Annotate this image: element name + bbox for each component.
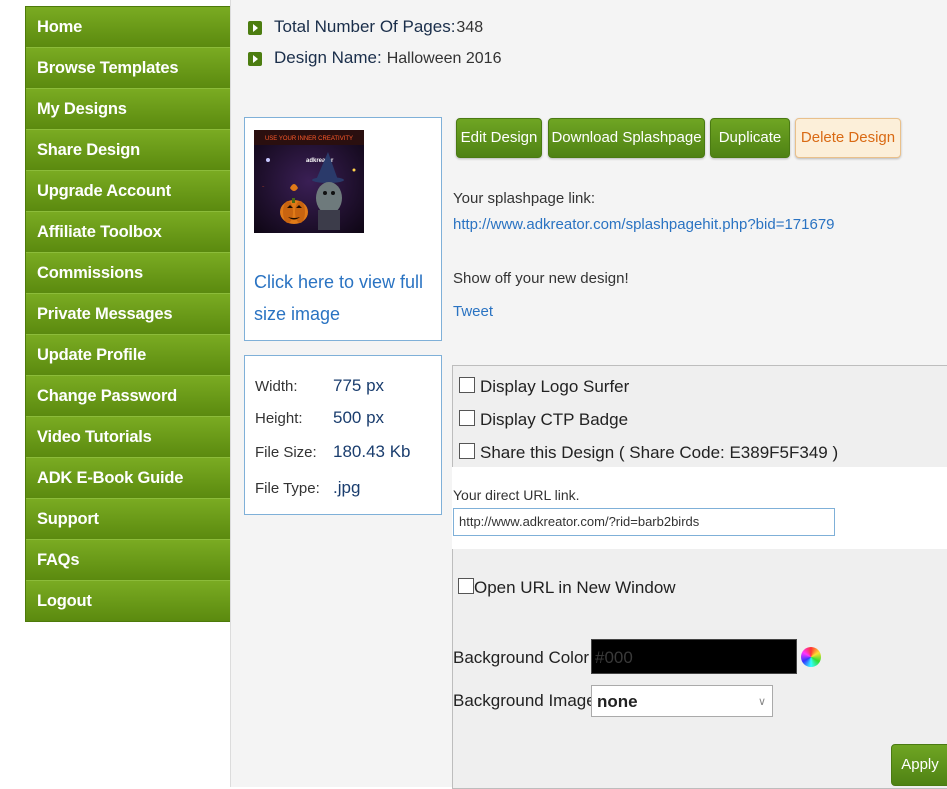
arrow-bullet-icon [248, 20, 262, 35]
width-row: Width: 775 px [255, 376, 384, 395]
new-window-option[interactable]: Open URL in New Window [458, 578, 676, 598]
nav-support[interactable]: Support [26, 499, 230, 540]
share-design-option[interactable]: Share this Design ( Share Code: E389F5F3… [459, 443, 838, 463]
chevron-down-icon: ∨ [757, 696, 766, 708]
file-type-value: .jpg [333, 478, 361, 497]
total-pages-row: Total Number Of Pages:348 [248, 17, 483, 37]
ctp-badge-checkbox[interactable] [459, 410, 475, 426]
total-pages-label: Total Number Of Pages: [274, 17, 456, 36]
nav-update-profile[interactable]: Update Profile [26, 335, 230, 376]
sidebar-nav: Home Browse Templates My Designs Share D… [25, 6, 231, 622]
direct-url-label: Your direct URL link. [453, 487, 580, 503]
file-size-row: File Size: 180.43 Kb [255, 442, 411, 461]
duplicate-button[interactable]: Duplicate [710, 118, 790, 158]
background-image-select[interactable]: none ∨ [591, 685, 773, 717]
logo-surfer-label: Display Logo Surfer [480, 377, 630, 396]
splashpage-link-label: Your splashpage link: [453, 190, 596, 207]
height-row: Height: 500 px [255, 408, 384, 427]
image-info-panel: Width: 775 px Height: 500 px File Size: … [244, 355, 442, 515]
logo-surfer-option[interactable]: Display Logo Surfer [459, 377, 629, 397]
nav-upgrade-account[interactable]: Upgrade Account [26, 171, 230, 212]
nav-faqs[interactable]: FAQs [26, 540, 230, 581]
design-thumbnail[interactable]: USE YOUR INNER CREATIVITY adkreator ~ [254, 130, 364, 233]
file-type-label: File Type: [255, 480, 320, 497]
nav-home[interactable]: Home [26, 7, 230, 48]
width-label: Width: [255, 378, 298, 395]
width-value: 775 px [333, 376, 385, 395]
tweet-link[interactable]: Tweet [453, 303, 493, 320]
share-design-checkbox[interactable] [459, 443, 475, 459]
ctp-badge-label: Display CTP Badge [480, 410, 629, 429]
background-color-label: Background Color [453, 648, 590, 667]
edit-design-button[interactable]: Edit Design [456, 118, 542, 158]
nav-my-designs[interactable]: My Designs [26, 89, 230, 130]
file-size-label: File Size: [255, 444, 317, 461]
design-name-value: Halloween 2016 [386, 50, 502, 67]
height-label: Height: [255, 410, 303, 427]
splashpage-url-link[interactable]: http://www.adkreator.com/splashpagehit.p… [453, 216, 835, 233]
background-image-value: none [597, 692, 638, 711]
color-picker-icon[interactable] [801, 647, 821, 667]
download-splashpage-button[interactable]: Download Splashpage [548, 118, 705, 158]
arrow-bullet-icon [248, 51, 262, 66]
design-name-row: Design Name: Halloween 2016 [248, 48, 501, 68]
total-pages-value: 348 [456, 19, 484, 36]
view-full-size-link[interactable]: Click here to view full size image [254, 266, 434, 330]
background-image-label: Background Image [453, 691, 596, 710]
nav-commissions[interactable]: Commissions [26, 253, 230, 294]
file-type-row: File Type: .jpg [255, 478, 360, 497]
share-design-label: Share this Design ( Share Code: E389F5F3… [480, 443, 839, 462]
nav-share-design[interactable]: Share Design [26, 130, 230, 171]
design-name-label: Design Name: [274, 48, 382, 67]
height-value: 500 px [333, 408, 385, 427]
thumb-caption: USE YOUR INNER CREATIVITY [265, 136, 353, 142]
nav-browse-templates[interactable]: Browse Templates [26, 48, 230, 89]
nav-ebook-guide[interactable]: ADK E-Book Guide [26, 458, 230, 499]
file-size-value: 180.43 Kb [333, 442, 411, 461]
show-off-text: Show off your new design! [453, 270, 629, 287]
nav-logout[interactable]: Logout [26, 581, 230, 621]
delete-design-button[interactable]: Delete Design [795, 118, 901, 158]
background-color-field[interactable]: #000 [591, 639, 797, 674]
nav-video-tutorials[interactable]: Video Tutorials [26, 417, 230, 458]
nav-private-messages[interactable]: Private Messages [26, 294, 230, 335]
thumbnail-panel: USE YOUR INNER CREATIVITY adkreator ~ Cl… [244, 117, 442, 341]
logo-surfer-checkbox[interactable] [459, 377, 475, 393]
ctp-badge-option[interactable]: Display CTP Badge [459, 410, 628, 430]
direct-url-field[interactable]: http://www.adkreator.com/?rid=barb2birds [453, 508, 835, 536]
new-window-label: Open URL in New Window [474, 578, 676, 597]
nav-change-password[interactable]: Change Password [26, 376, 230, 417]
new-window-checkbox[interactable] [458, 578, 474, 594]
apply-button[interactable]: Apply [891, 744, 947, 786]
nav-affiliate-toolbox[interactable]: Affiliate Toolbox [26, 212, 230, 253]
